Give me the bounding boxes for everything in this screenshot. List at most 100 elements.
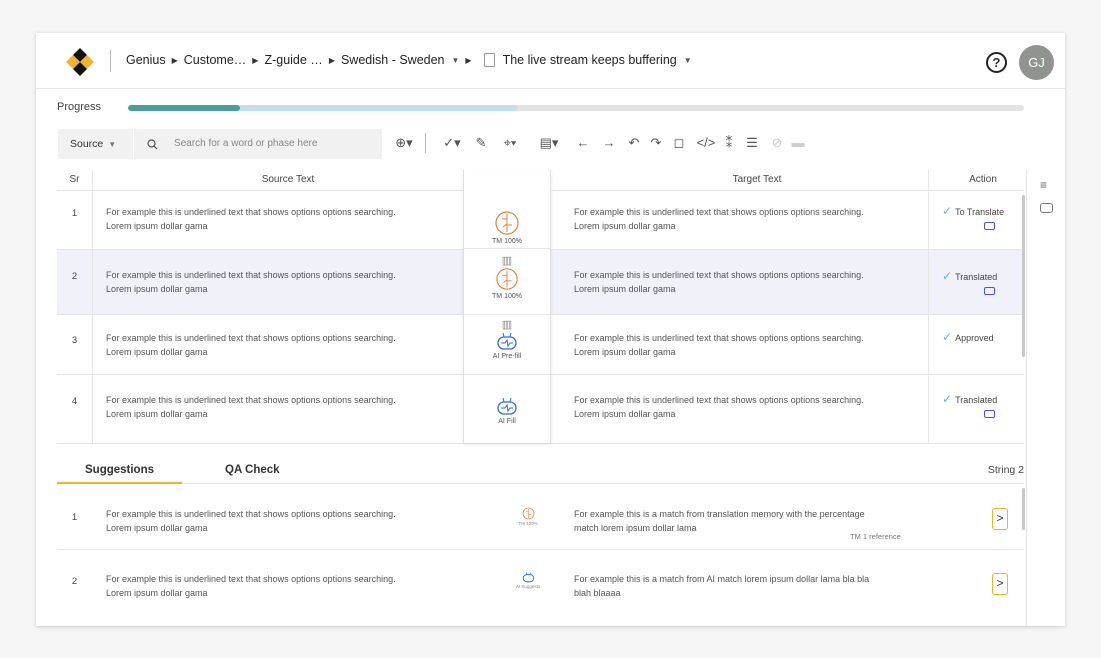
apply-suggestion-button[interactable]: > xyxy=(992,573,1008,595)
progress-done xyxy=(128,105,240,111)
spell-icon[interactable]: ⁑ xyxy=(720,132,738,154)
source-text[interactable]: Lorem ipsum dollar gama xyxy=(106,407,396,421)
edit-icon[interactable]: ✎ xyxy=(473,132,489,154)
chevron-right-icon: ▶ xyxy=(171,55,178,65)
breadcrumb-item-customer[interactable]: Custome… xyxy=(184,53,247,67)
download-icon[interactable]: ⊕▾ xyxy=(391,132,417,154)
filter-icon[interactable]: ≡ xyxy=(1040,178,1047,192)
preview-icon[interactable]: ◻ xyxy=(670,132,688,154)
comment-icon[interactable] xyxy=(984,410,995,418)
match-column: TM 100% ▥ TM 100% ▥ AI Pre-fill AI Fill xyxy=(463,170,551,443)
target-text[interactable]: Lorem ipsum dollar gama xyxy=(574,407,864,421)
comment-icon[interactable] xyxy=(1040,203,1053,213)
match-cell[interactable]: AI Fill xyxy=(464,396,550,425)
undo-icon[interactable]: ↶ xyxy=(625,132,643,154)
match-cell[interactable]: TM 100% xyxy=(464,210,550,245)
suggestion-text[interactable]: match lorem ipsum dollar lama xyxy=(574,521,865,535)
match-cell[interactable]: ▥ AI Pre-fill xyxy=(464,318,550,360)
source-text[interactable]: For example this is underlined text that… xyxy=(106,205,396,219)
status-label: Translated xyxy=(955,272,998,282)
help-icon[interactable]: ? xyxy=(986,52,1007,73)
row-number: 1 xyxy=(71,512,78,523)
apply-suggestion-button[interactable]: > xyxy=(992,508,1008,530)
robot-icon xyxy=(497,397,517,415)
column-divider xyxy=(928,170,929,443)
match-cell: TM 100% xyxy=(484,507,572,526)
suggestions-scrollbar[interactable] xyxy=(1022,488,1025,530)
lock-icon[interactable]: ▬ xyxy=(791,132,805,154)
target-text[interactable]: Lorem ipsum dollar gama xyxy=(574,219,864,233)
comment-icon[interactable] xyxy=(984,287,995,295)
robot-icon xyxy=(522,572,534,583)
target-text[interactable]: Lorem ipsum dollar gama xyxy=(574,345,864,359)
arrow-left-icon[interactable]: ← xyxy=(573,132,593,154)
comment-icon[interactable] xyxy=(984,222,995,230)
header: Genius ▶ Custome… ▶ Z-guide … ▶ Swedish … xyxy=(36,33,1065,89)
suggestion-text[interactable]: For example this is a match from AI matc… xyxy=(574,572,869,586)
copy-icon[interactable]: ▤▾ xyxy=(536,132,562,154)
row-number: 2 xyxy=(71,576,78,587)
match-label: TM 100% xyxy=(518,521,538,526)
match-label: AI Pre-fill xyxy=(492,353,522,360)
code-icon[interactable]: </> xyxy=(695,132,717,154)
tab-qa-check[interactable]: QA Check xyxy=(225,464,280,476)
table-scrollbar[interactable] xyxy=(1022,195,1025,357)
copy-icon[interactable]: ▥ xyxy=(464,318,550,331)
divider xyxy=(57,443,1024,444)
copy-icon[interactable]: ▥ xyxy=(464,254,550,267)
target-text[interactable]: Lorem ipsum dollar gama xyxy=(574,282,864,296)
target-text[interactable]: For example this is underlined text that… xyxy=(574,393,864,407)
row-number: 2 xyxy=(71,271,78,282)
source-text[interactable]: For example this is underlined text that… xyxy=(106,393,396,407)
progress-bar xyxy=(128,105,1024,111)
avatar[interactable]: GJ xyxy=(1019,45,1054,80)
status-label: To Translate xyxy=(955,207,1005,217)
header-source: Source Text xyxy=(261,174,315,185)
source-text: For example this is underlined text that… xyxy=(106,509,396,519)
match-label: TM 100% xyxy=(492,238,522,245)
hide-icon[interactable]: ⊘ xyxy=(768,132,786,154)
match-label: AI Fill xyxy=(498,418,516,425)
brain-icon xyxy=(495,211,519,235)
match-cell[interactable]: ▥ TM 100% xyxy=(464,254,550,300)
source-select[interactable]: Source ▼ xyxy=(58,129,133,159)
logo[interactable] xyxy=(64,46,96,78)
progress-label: Progress xyxy=(57,101,102,113)
tab-suggestions[interactable]: Suggestions xyxy=(85,464,154,476)
suggestion-row[interactable]: 2 For example this is underlined text th… xyxy=(57,550,1024,614)
suggestion-row[interactable]: 1 For example this is underlined text th… xyxy=(57,485,1024,549)
suggestion-text[interactable]: blah blaaaa xyxy=(574,586,869,600)
breadcrumb-item-language[interactable]: Swedish - Sweden xyxy=(341,53,445,67)
target-text[interactable]: For example this is underlined text that… xyxy=(574,331,864,345)
check-icon: ✓ xyxy=(942,392,953,406)
target-text[interactable]: For example this is underlined text that… xyxy=(574,205,864,219)
match-label: AI Suggests xyxy=(515,584,541,589)
status-label: Translated xyxy=(955,395,998,405)
tag-icon[interactable]: ⌖▾ xyxy=(497,132,523,154)
brain-icon xyxy=(522,507,534,520)
check-icon[interactable]: ✓▾ xyxy=(439,132,465,154)
row-number: 1 xyxy=(71,208,78,219)
source-text[interactable]: For example this is underlined text that… xyxy=(106,268,396,282)
arrow-right-icon[interactable]: → xyxy=(599,132,619,154)
source-text[interactable]: Lorem ipsum dollar gama xyxy=(106,282,396,296)
breadcrumb-item-guide[interactable]: Z-guide … xyxy=(264,53,322,67)
row-number: 4 xyxy=(71,396,78,407)
chevron-down-icon[interactable]: ▼ xyxy=(452,56,460,65)
source-text[interactable]: For example this is underlined text that… xyxy=(106,331,396,345)
document-icon xyxy=(483,53,495,67)
format-icon[interactable]: ☰ xyxy=(743,132,761,154)
header-target: Target Text xyxy=(732,174,782,185)
target-text[interactable]: For example this is underlined text that… xyxy=(574,268,864,282)
chevron-right-icon: ▶ xyxy=(252,55,259,65)
breadcrumb-item-genius[interactable]: Genius xyxy=(126,53,166,67)
redo-icon[interactable]: ↷ xyxy=(647,132,665,154)
suggestion-text[interactable]: For example this is a match from transla… xyxy=(574,507,865,521)
column-divider xyxy=(92,170,93,443)
source-text[interactable]: Lorem ipsum dollar gama xyxy=(106,345,396,359)
chevron-down-icon[interactable]: ▼ xyxy=(684,56,692,65)
breadcrumb-document[interactable]: The live stream keeps buffering xyxy=(503,53,677,67)
check-icon: ✓ xyxy=(942,330,953,344)
source-text[interactable]: Lorem ipsum dollar gama xyxy=(106,219,396,233)
search-input[interactable]: Search for a word or phase here xyxy=(134,129,382,159)
